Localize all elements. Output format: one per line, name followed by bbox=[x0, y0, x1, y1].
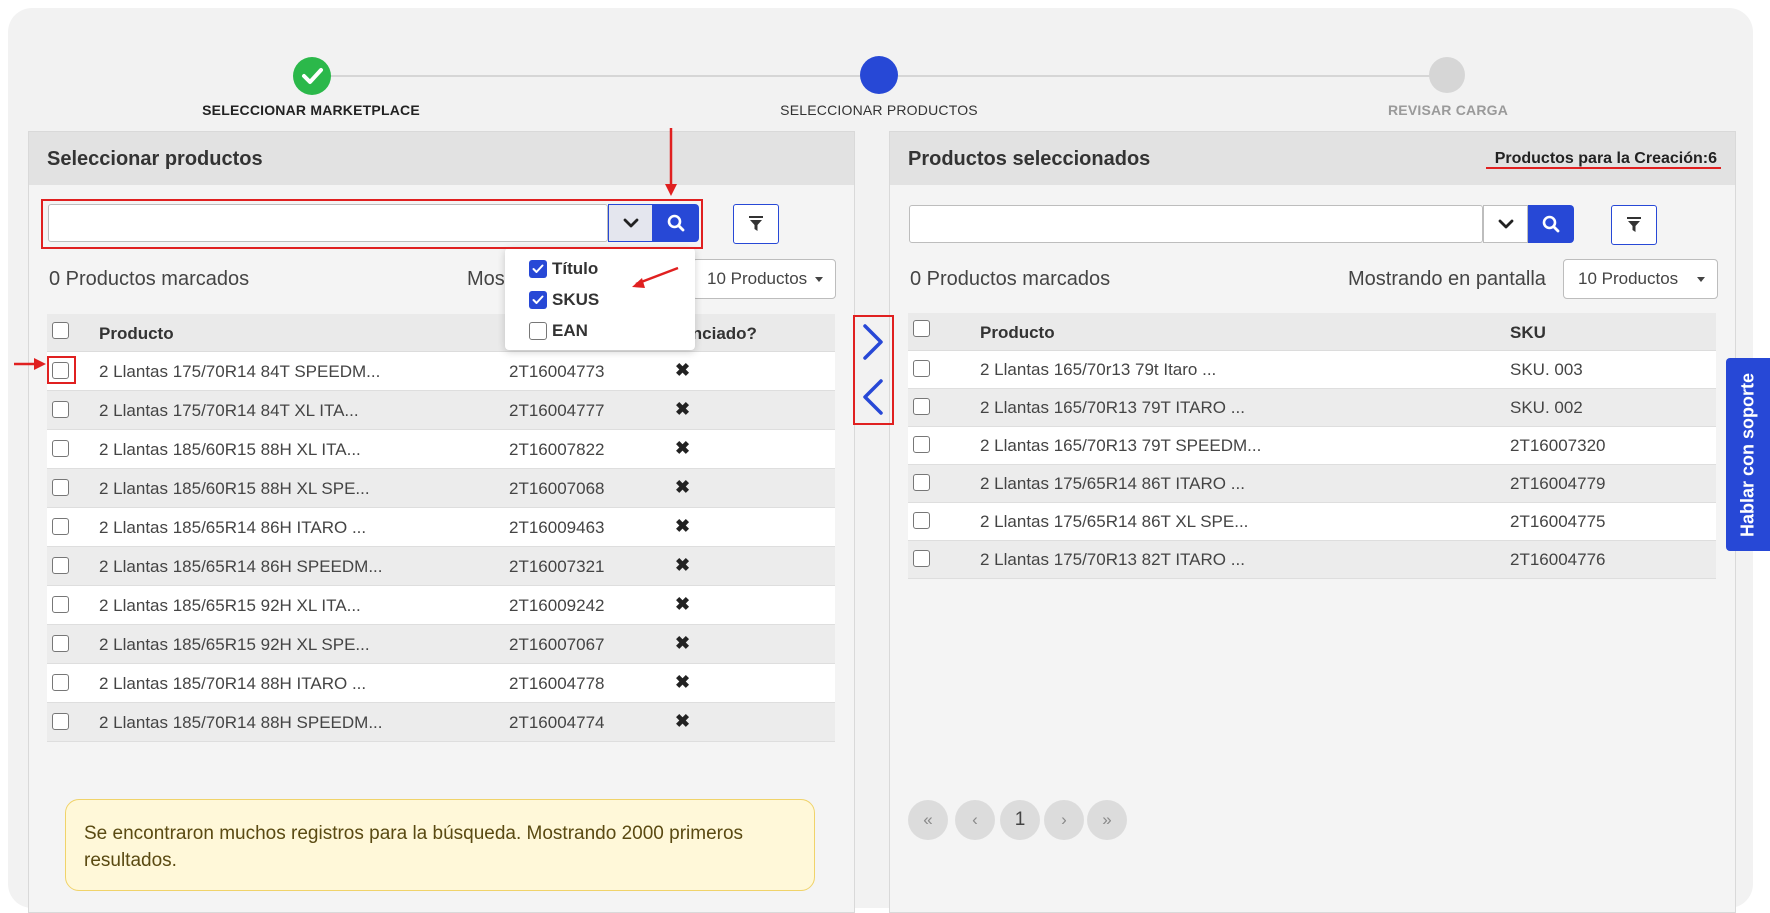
arrow-down-icon bbox=[665, 128, 677, 196]
arrow-right-icon bbox=[14, 358, 46, 370]
annotation-arrows bbox=[14, 128, 679, 370]
arrow-left-icon bbox=[632, 266, 679, 288]
